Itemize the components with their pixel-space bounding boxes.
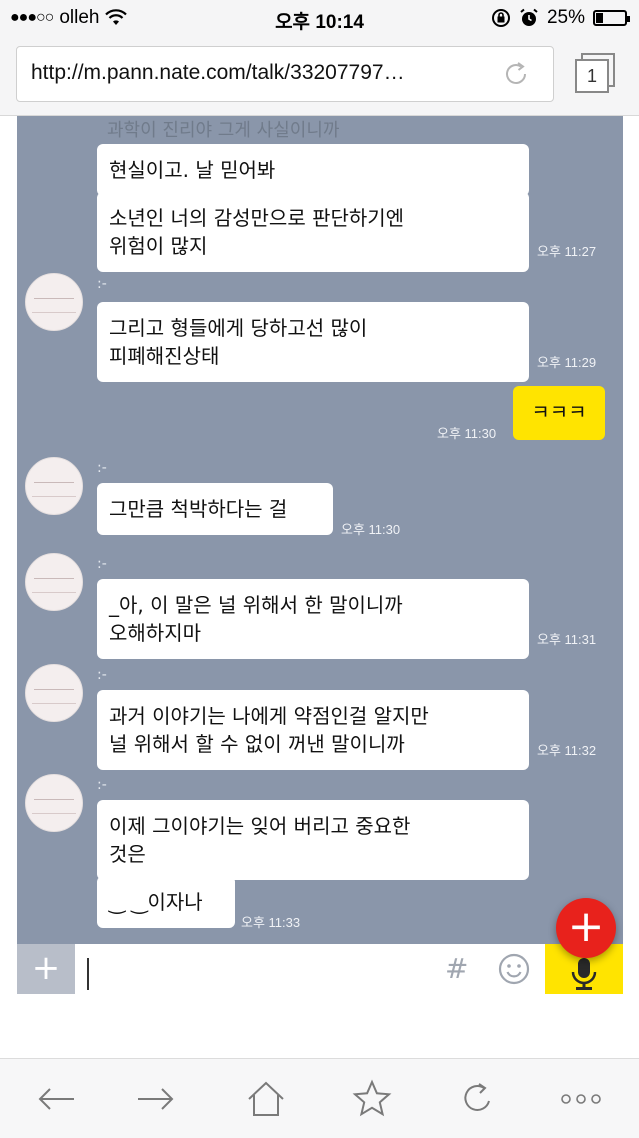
sender-name: :- — [97, 777, 107, 793]
message-bubble: 과거 이야기는 나에게 약점인걸 알지만 널 위해서 할 수 없이 꺼낸 말이니… — [97, 690, 529, 770]
battery-icon — [593, 10, 630, 26]
status-right: 25% — [491, 7, 630, 29]
refresh-icon[interactable] — [456, 1079, 500, 1119]
forward-arrow-icon[interactable] — [134, 1079, 178, 1119]
partial-message-top: 과학이 진리야 그게 사실이니까 — [107, 120, 340, 141]
message-bubble: _아, 이 말은 널 위해서 한 말이니까 오해하지마 — [97, 579, 529, 659]
message-time: 오후 11:29 — [537, 355, 597, 370]
message-bubble: 그리고 형들에게 당하고선 많이 피폐해진상태 — [97, 302, 529, 382]
message-time: 오후 11:32 — [537, 743, 597, 758]
url-text[interactable]: http://m.pann.nate.com/talk/33207797… — [31, 61, 405, 85]
avatar — [25, 273, 83, 331]
address-bar[interactable]: http://m.pann.nate.com/talk/33207797… — [16, 46, 554, 102]
alarm-icon — [520, 8, 538, 26]
more-menu-icon[interactable] — [556, 1079, 606, 1119]
rotation-lock-icon — [491, 9, 510, 27]
emoji-icon[interactable] — [497, 952, 531, 986]
avatar — [25, 664, 83, 722]
chat-screenshot: 과학이 진리야 그게 사실이니까 현실이고. 날 믿어봐 소년인 너의 감성만으… — [17, 116, 623, 994]
message-bubble: 현실이고. 날 믿어봐 — [97, 144, 529, 196]
message-time: 오후 11:33 — [241, 915, 301, 930]
my-message-bubble: ㅋㅋㅋ — [513, 386, 605, 440]
message-bubble: 이제 그이야기는 잊어 버리고 중요한 것은 — [97, 800, 529, 880]
chat-input-bar: + # — [17, 944, 623, 994]
browser-bottom-toolbar — [0, 1058, 639, 1138]
message-bubble: 소년인 너의 감성만으로 판단하기엔 위험이 많지 — [97, 192, 529, 272]
message-time: 오후 11:30 — [437, 426, 497, 441]
sender-name: :- — [97, 556, 107, 572]
text-cursor — [87, 958, 89, 990]
sender-name: :- — [97, 667, 107, 683]
attach-plus-button[interactable]: + — [17, 944, 75, 994]
status-bar: ●●●○○ olleh 오후 10:14 25% — [0, 0, 639, 36]
avatar — [25, 457, 83, 515]
sender-name: :- — [97, 460, 107, 476]
tab-count: 1 — [575, 59, 609, 93]
message-bubble: ‿ ‿이자나 — [97, 876, 235, 928]
sender-name: :- — [97, 276, 107, 292]
bookmark-star-icon[interactable] — [350, 1079, 394, 1119]
avatar — [25, 774, 83, 832]
back-arrow-icon[interactable] — [34, 1079, 78, 1119]
tabs-button[interactable]: 1 — [575, 53, 615, 93]
hash-icon[interactable]: # — [445, 952, 468, 985]
home-icon[interactable] — [244, 1079, 288, 1119]
floating-add-button[interactable]: + — [556, 898, 616, 958]
message-bubble: 그만큼 척박하다는 걸 — [97, 483, 333, 535]
avatar — [25, 553, 83, 611]
message-time: 오후 11:31 — [537, 632, 597, 647]
message-time: 오후 11:30 — [341, 522, 401, 537]
message-time: 오후 11:27 — [537, 244, 597, 259]
battery-percent: 25% — [546, 7, 585, 28]
browser-toolbar: http://m.pann.nate.com/talk/33207797… 1 — [0, 36, 639, 116]
reload-icon[interactable] — [501, 59, 531, 89]
